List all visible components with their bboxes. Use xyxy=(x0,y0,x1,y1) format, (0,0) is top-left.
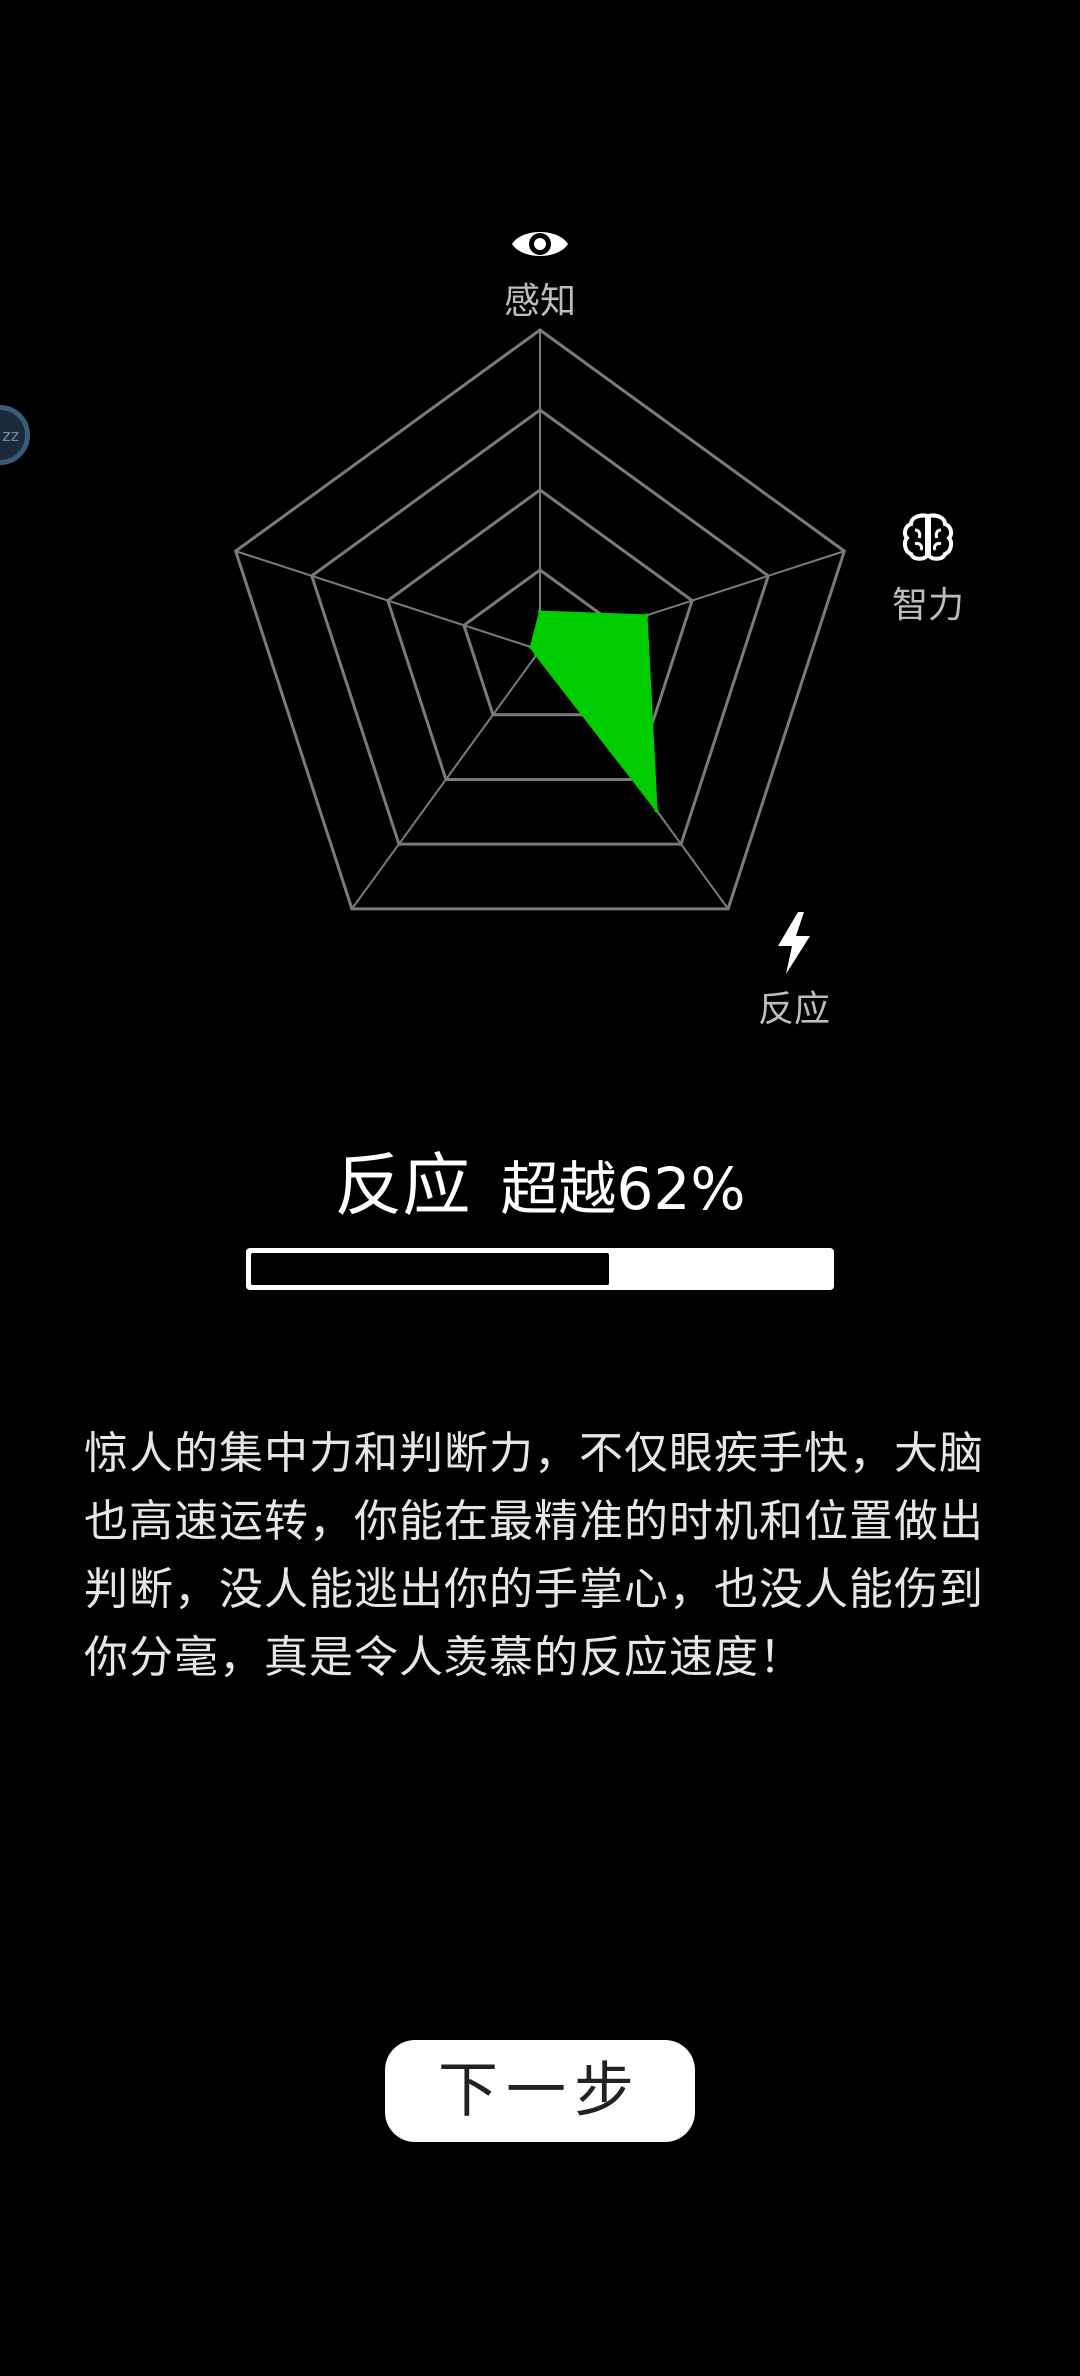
result-percentile: 超越62% xyxy=(500,1155,746,1223)
percentile-progress-bar xyxy=(246,1248,834,1290)
radar-score-point xyxy=(534,653,539,658)
radar-score-point xyxy=(644,613,649,618)
eye-icon xyxy=(505,222,575,270)
progress-fill xyxy=(251,1253,610,1285)
result-description: 惊人的集中力和判断力，不仅眼疾手快，大脑也高速运转，你能在最精准的时机和位置做出… xyxy=(84,1428,984,1683)
axis-label-intelligence: 智力 xyxy=(891,585,964,626)
result-ability-name: 反应 xyxy=(334,1147,471,1226)
radar-score-point xyxy=(528,645,533,650)
axis-label-reaction: 反应 xyxy=(757,989,830,1030)
brain-icon xyxy=(893,512,963,566)
lightning-icon xyxy=(759,912,829,978)
result-title: 反应 超越62% xyxy=(0,1130,1080,1229)
radar-score-point xyxy=(538,609,542,614)
radar-axis-line xyxy=(235,550,541,651)
next-step-button[interactable]: 下一步 xyxy=(385,2040,695,2142)
axis-label-perception: 感知 xyxy=(503,281,576,322)
radar-score-point xyxy=(654,808,659,813)
